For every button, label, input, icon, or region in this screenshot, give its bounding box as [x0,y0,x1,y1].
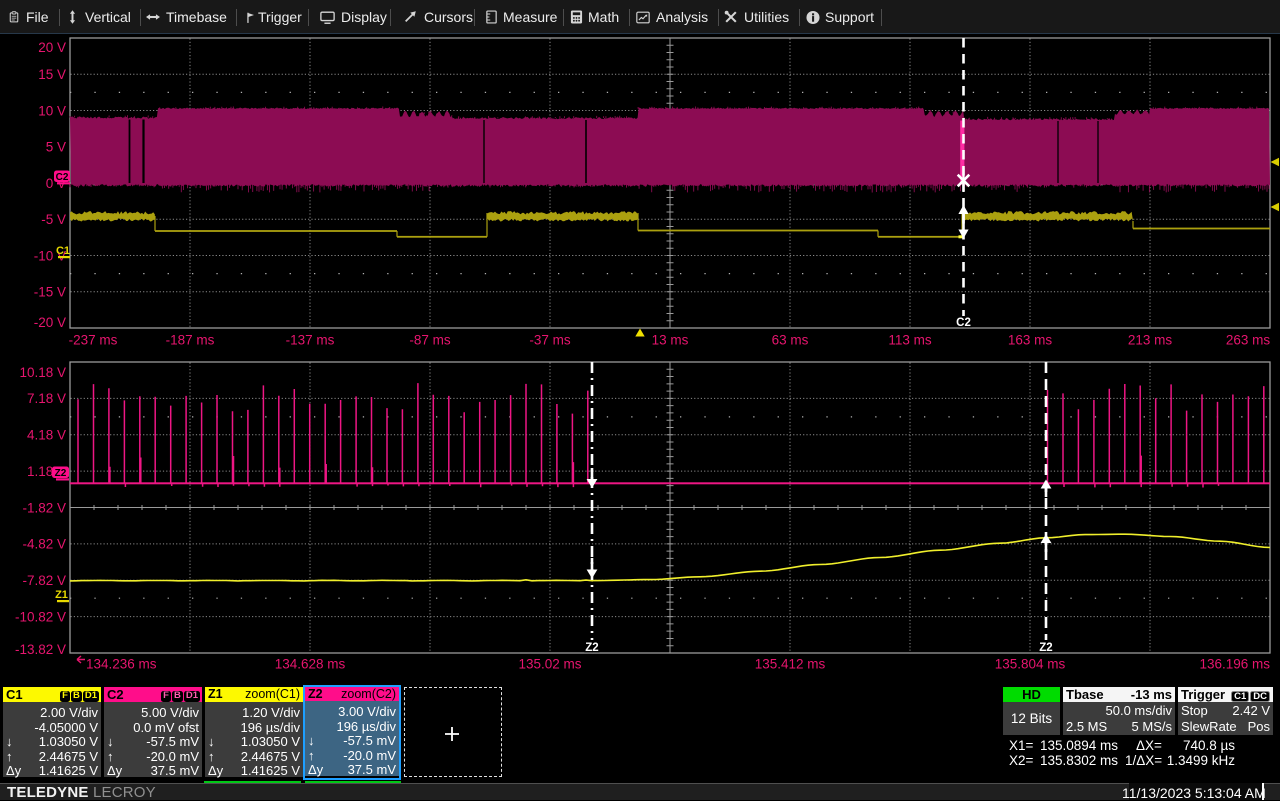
svg-text:113 ms: 113 ms [888,333,932,348]
svg-text:-13.82 V: -13.82 V [15,642,66,657]
svg-text:-1.82 V: -1.82 V [22,500,66,515]
svg-text:4.18 V: 4.18 V [27,428,66,443]
svg-text:-187 ms: -187 ms [166,333,215,348]
svg-text:10.18 V: 10.18 V [19,365,66,380]
svg-text:-4.82 V: -4.82 V [22,537,66,552]
svg-text:-5 V: -5 V [41,212,66,227]
svg-text:13 ms: 13 ms [652,333,689,348]
svg-text:135.804 ms: 135.804 ms [995,657,1066,672]
svg-text:C2: C2 [56,172,69,183]
svg-text:-15 V: -15 V [34,285,66,300]
svg-text:-20 V: -20 V [34,315,66,330]
svg-text:C2: C2 [956,317,971,329]
svg-text:134.628 ms: 134.628 ms [275,657,346,672]
svg-text:135.412 ms: 135.412 ms [755,657,826,672]
svg-text:7.18 V: 7.18 V [27,391,66,406]
svg-text:20 V: 20 V [38,40,66,55]
svg-text:Z1: Z1 [55,589,68,601]
svg-text:63 ms: 63 ms [772,333,809,348]
svg-text:-87 ms: -87 ms [409,333,451,348]
svg-text:10 V: 10 V [38,103,66,118]
svg-text:-10.82 V: -10.82 V [15,609,66,624]
svg-text:Z2: Z2 [1039,642,1052,654]
svg-text:-37 ms: -37 ms [529,333,571,348]
svg-text:Z2: Z2 [585,642,598,654]
svg-text:-7.82 V: -7.82 V [22,573,66,588]
svg-text:163 ms: 163 ms [1008,333,1053,348]
svg-text:C1: C1 [56,245,70,257]
svg-text:15 V: 15 V [38,67,66,82]
svg-text:5 V: 5 V [46,140,66,155]
svg-text:-237 ms: -237 ms [69,333,118,348]
svg-text:213 ms: 213 ms [1128,333,1173,348]
svg-text:136.196 ms: 136.196 ms [1199,657,1270,672]
svg-text:263 ms: 263 ms [1226,333,1271,348]
svg-text:134.236 ms: 134.236 ms [86,657,157,672]
svg-text:Z2: Z2 [55,468,67,479]
svg-text:-137 ms: -137 ms [286,333,335,348]
svg-text:135.02 ms: 135.02 ms [518,657,581,672]
